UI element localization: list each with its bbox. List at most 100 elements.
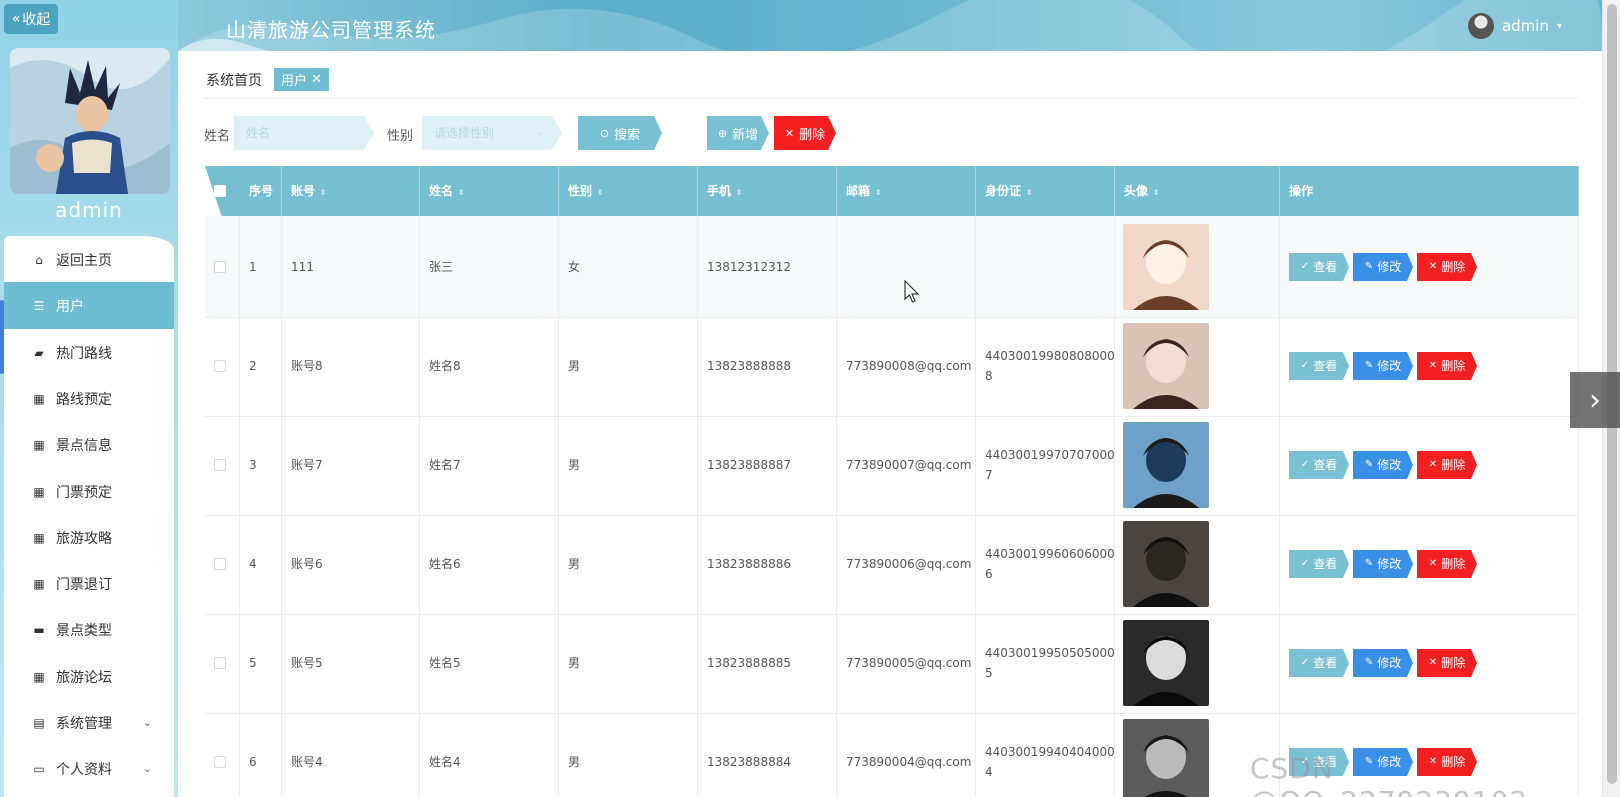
delete-button[interactable]: ✕ 删除	[1417, 649, 1477, 677]
name-search-input[interactable]: 姓名	[234, 116, 374, 150]
edit-button-label: 修改	[1377, 359, 1402, 373]
row-checkbox[interactable]	[214, 756, 226, 768]
row-checkbox[interactable]	[214, 360, 226, 372]
checkbox-cell	[205, 414, 240, 516]
view-button[interactable]: ✓ 查看	[1289, 352, 1349, 380]
sort-icon[interactable]: ⇕	[875, 188, 882, 197]
edit-button[interactable]: ✎ 修改	[1353, 352, 1413, 380]
sliders-icon: ☰	[33, 298, 45, 313]
view-button[interactable]: ✓ 查看	[1289, 253, 1349, 281]
sidebar-item-1[interactable]: ☰ 用户	[4, 282, 174, 329]
sort-icon[interactable]: ⇕	[1153, 188, 1160, 197]
cell-avatar	[1115, 612, 1280, 714]
breadcrumb-current-tag[interactable]: 用户 ✕	[274, 68, 329, 91]
cell-actions: ✓ 查看 ✎ 修改 ✕ 删除	[1280, 216, 1579, 318]
delete-button[interactable]: ✕ 删除	[1417, 253, 1477, 281]
row-checkbox[interactable]	[214, 459, 226, 471]
edit-button[interactable]: ✎ 修改	[1353, 550, 1413, 578]
column-header[interactable]: 身份证 ⇕	[976, 166, 1115, 216]
user-avatar-photo[interactable]	[1123, 521, 1209, 607]
cell-gender: 男	[559, 711, 698, 797]
column-header[interactable]: 头像 ⇕	[1115, 166, 1280, 216]
delete-button[interactable]: ✕ 删除	[1417, 451, 1477, 479]
user-avatar-photo[interactable]	[1123, 323, 1209, 409]
breadcrumb-home-link[interactable]: 系统首页	[206, 70, 262, 90]
sidebar-item-label: 旅游攻略	[56, 530, 112, 547]
column-header[interactable]: 账号 ⇕	[282, 166, 420, 216]
edit-button-label: 修改	[1377, 260, 1402, 274]
chevron-right-icon[interactable]: ›	[1570, 372, 1620, 428]
sort-icon[interactable]: ⇕	[320, 188, 327, 197]
batch-delete-button[interactable]: ✕ 删除	[774, 116, 836, 150]
sidebar-item-0[interactable]: ⌂ 返回主页	[4, 236, 174, 283]
search-button[interactable]: ⊙ 搜索	[578, 116, 662, 150]
user-avatar-photo[interactable]	[1123, 224, 1209, 310]
delete-button[interactable]: ✕ 删除	[1417, 352, 1477, 380]
sidebar-item-3[interactable]: ▦ 路线预定	[4, 375, 174, 422]
table-row: 5 账号5 姓名5 男 13823888885 773890005@qq.com 44030…	[205, 612, 1579, 714]
cell-no: 4	[240, 513, 282, 615]
close-icon[interactable]: ✕	[311, 72, 322, 87]
check-icon: ✓	[1300, 558, 1310, 569]
sidebar-item-10[interactable]: ▤ 系统管理 ⌄	[4, 699, 174, 746]
view-button[interactable]: ✓ 查看	[1289, 649, 1349, 677]
view-button[interactable]: ✓ 查看	[1289, 550, 1349, 578]
user-avatar-photo[interactable]	[1123, 422, 1209, 508]
sort-icon[interactable]: ⇕	[597, 188, 604, 197]
row-checkbox[interactable]	[214, 657, 226, 669]
view-button[interactable]: ✓ 查看	[1289, 451, 1349, 479]
user-avatar-photo[interactable]	[1123, 620, 1209, 706]
gender-select[interactable]: 请选择性别 ⌄	[422, 116, 562, 150]
cell-account: 账号5	[282, 612, 420, 714]
cell-name: 姓名5	[420, 612, 559, 714]
breadcrumb-current-label: 用户	[281, 74, 308, 89]
delete-button-label: 删除	[1441, 458, 1466, 472]
cell-name: 姓名8	[420, 315, 559, 417]
edit-button[interactable]: ✎ 修改	[1353, 649, 1413, 677]
column-header[interactable]: 邮箱 ⇕	[837, 166, 976, 216]
add-button[interactable]: ⊕ 新增	[707, 116, 769, 150]
sidebar-item-8[interactable]: ▬ 景点类型	[4, 606, 174, 653]
sidebar-item-2[interactable]: ▰ 热门路线	[4, 329, 174, 376]
select-all-checkbox[interactable]	[214, 185, 226, 197]
sidebar-item-5[interactable]: ▦ 门票预定	[4, 468, 174, 515]
column-header[interactable]: 手机 ⇕	[698, 166, 837, 216]
sidebar-item-7[interactable]: ▦ 门票退订	[4, 560, 174, 607]
sidebar-item-4[interactable]: ▦ 景点信息	[4, 421, 174, 468]
cell-phone: 13812312312	[698, 216, 837, 318]
cell-no: 1	[240, 216, 282, 318]
cell-actions: ✓ 查看 ✎ 修改 ✕ 删除	[1280, 513, 1579, 615]
chevron-down-icon: ⌄	[535, 127, 544, 138]
cell-account: 账号8	[282, 315, 420, 417]
sidebar-item-11[interactable]: ▭ 个人资料 ⌄	[4, 745, 174, 792]
sidebar-item-label: 景点信息	[56, 437, 112, 454]
edit-button[interactable]: ✎ 修改	[1353, 253, 1413, 281]
sort-icon[interactable]: ⇕	[1026, 188, 1033, 197]
sidebar-item-label: 景点类型	[56, 622, 112, 639]
check-icon: ✓	[1300, 657, 1310, 668]
sort-icon[interactable]: ⇕	[458, 188, 465, 197]
column-header[interactable]: 姓名 ⇕	[420, 166, 559, 216]
gender-select-placeholder: 请选择性别	[434, 126, 495, 140]
sort-icon[interactable]: ⇕	[736, 188, 743, 197]
delete-button[interactable]: ✕ 删除	[1417, 550, 1477, 578]
column-header[interactable]: 性别 ⇕	[559, 166, 698, 216]
delete-button-label: 删除	[1441, 260, 1466, 274]
sidebar-item-6[interactable]: ▦ 旅游攻略	[4, 514, 174, 561]
cell-gender: 男	[559, 612, 698, 714]
view-button-label: 查看	[1313, 260, 1338, 274]
edit-button[interactable]: ✎ 修改	[1353, 451, 1413, 479]
view-button-label: 查看	[1313, 359, 1338, 373]
collapse-button[interactable]: « 收起	[4, 4, 58, 34]
cell-gender: 女	[559, 216, 698, 318]
gender-filter-label: 性别	[387, 129, 414, 144]
user-avatar-photo[interactable]	[1123, 719, 1209, 797]
checkbox-cell	[205, 513, 240, 615]
edit-icon: ✎	[1364, 360, 1374, 371]
user-menu[interactable]: admin ▾	[1467, 13, 1562, 39]
cell-no: 6	[240, 711, 282, 797]
row-checkbox[interactable]	[214, 261, 226, 273]
sidebar-item-9[interactable]: ▦ 旅游论坛	[4, 653, 174, 700]
row-checkbox[interactable]	[214, 558, 226, 570]
cell-avatar	[1115, 216, 1280, 318]
